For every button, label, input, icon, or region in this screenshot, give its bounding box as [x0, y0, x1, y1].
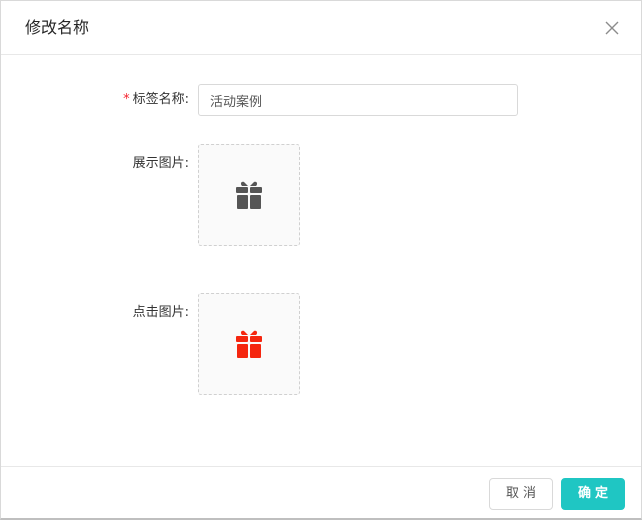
cancel-button[interactable]: 取消 [489, 478, 553, 510]
edit-name-dialog: 修改名称 *标签名称: 展示图片: 点击图片: [0, 0, 642, 520]
click-image-label: 点击图片: [132, 305, 189, 320]
tag-name-label: * 标签名称: [29, 90, 189, 110]
close-icon [605, 21, 619, 35]
required-mark: * [123, 92, 130, 107]
dialog-header: 修改名称 [1, 1, 641, 55]
confirm-button[interactable]: 确定 [561, 478, 625, 510]
click-image-uploader[interactable] [198, 293, 300, 395]
gift-icon [236, 330, 262, 358]
tag-name-label-text: 标签名称: [132, 92, 189, 107]
gift-icon [236, 181, 262, 209]
tag-name-input[interactable] [198, 84, 518, 116]
display-image-label: 展示图片: [132, 156, 189, 171]
dialog-title: 修改名称 [25, 18, 90, 37]
close-button[interactable] [603, 19, 621, 37]
dialog-footer: 取消 确定 [1, 466, 641, 521]
display-image-uploader[interactable] [198, 144, 300, 246]
